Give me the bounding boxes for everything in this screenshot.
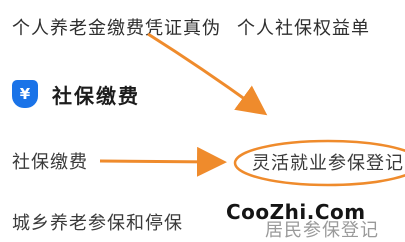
- annotation-highlight-ellipse: [233, 139, 405, 187]
- annotation-arrow-middle: [99, 146, 227, 177]
- annotation-arrow-top: [147, 32, 268, 116]
- watermark: CooZhi.Com: [226, 200, 366, 224]
